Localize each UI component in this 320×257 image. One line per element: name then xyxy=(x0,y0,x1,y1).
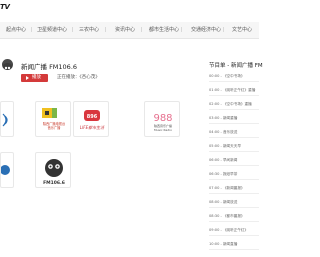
nav-item-agriculture[interactable]: 三农中心 xyxy=(79,26,99,33)
schedule-divider xyxy=(209,151,259,152)
life-radio-logo-icon: 896 LIFE都市生活 xyxy=(80,110,105,130)
nav-divider xyxy=(223,27,224,32)
schedule-item[interactable]: 06:30 - 报纸早茶 xyxy=(209,172,237,177)
nav-item-traffic[interactable]: 交通经济中心 xyxy=(191,26,221,33)
schedule-item[interactable]: 01:00 - 《阅听正午红》重播 xyxy=(209,88,255,93)
schedule-item[interactable]: 08:30 - 《都市晨报》 xyxy=(209,214,245,219)
nav-item-origin[interactable]: 起点中心 xyxy=(6,26,26,33)
schedule-item[interactable]: 03:00 - 新闻重播 xyxy=(209,116,237,121)
station-logo-icon xyxy=(2,59,13,70)
schedule-divider xyxy=(209,221,259,222)
nav-divider xyxy=(31,27,32,32)
nav-item-arts[interactable]: 文艺中心 xyxy=(232,26,252,33)
schedule-item[interactable]: 05:00 - 新闻天天早 xyxy=(209,144,241,149)
svg-text:FM106.6: FM106.6 xyxy=(43,180,65,186)
schedule-divider xyxy=(209,109,259,110)
schedule-divider xyxy=(209,249,259,250)
station-card-2[interactable]: 陕西广播电视台 音乐广播 xyxy=(35,101,71,137)
music-988-logo-icon: 988 陕西音乐广播 Music Radio xyxy=(153,113,172,132)
schedule-divider xyxy=(209,81,259,82)
nav-item-urban[interactable]: 都市生活中心 xyxy=(149,26,179,33)
now-playing-title: 杏心茂 xyxy=(81,75,96,80)
schedule-title: 节目单 - 新闻广播 FM xyxy=(209,63,263,69)
schedule-item[interactable]: 07:00 - 《新闻晨报》 xyxy=(209,186,245,191)
station-card-3[interactable]: 896 LIFE都市生活 xyxy=(73,101,109,137)
play-button[interactable]: 播放 xyxy=(21,74,48,82)
svg-text:896: 896 xyxy=(87,114,98,120)
svg-text:Music Radio: Music Radio xyxy=(154,128,172,132)
station-card-1[interactable] xyxy=(0,101,14,137)
fm1066-logo-icon: FM106.6 xyxy=(43,159,65,186)
logo-text: TV xyxy=(0,3,10,11)
top-nav: 起点中心 卫星频道中心 三农中心 资讯中心 都市生活中心 交通经济中心 文艺中心 xyxy=(0,22,259,39)
site-logo[interactable]: TV xyxy=(0,0,12,14)
station-card-6[interactable]: FM106.6 xyxy=(35,152,71,188)
now-playing-suffix: 》 xyxy=(95,75,100,80)
schedule-divider xyxy=(209,193,259,194)
schedule-item[interactable]: 02:00 - 《空中书场》重播 xyxy=(209,102,252,107)
schedule-divider xyxy=(209,235,259,236)
radio-wave-icon xyxy=(2,113,8,127)
station-card-5[interactable] xyxy=(0,152,14,188)
schedule-item[interactable]: 06:00 - 早间新闻 xyxy=(209,158,237,163)
schedule-item[interactable]: 08:00 - 新闻放送 xyxy=(209,200,237,205)
schedule-divider xyxy=(209,95,259,96)
nav-item-satellite[interactable]: 卫星频道中心 xyxy=(37,26,67,33)
nav-divider xyxy=(141,27,142,32)
schedule-item[interactable]: 10:00 - 新闻直播 xyxy=(209,242,237,247)
nav-divider xyxy=(72,27,73,32)
svg-text:音乐广播: 音乐广播 xyxy=(48,125,62,130)
svg-text:988: 988 xyxy=(153,113,172,124)
station-icon xyxy=(1,165,10,175)
station-title: 新闻广播 FM106.6 xyxy=(21,63,78,71)
nav-divider xyxy=(181,27,182,32)
now-playing-prefix: 正在播放：《 xyxy=(57,75,82,80)
schedule-item[interactable]: 09:00 - 《阅听正午红》 xyxy=(209,228,248,233)
schedule-divider xyxy=(209,123,259,124)
station-card-4[interactable]: 988 陕西音乐广播 Music Radio xyxy=(144,101,180,137)
schedule-item[interactable]: 04:00 - 音乐放送 xyxy=(209,130,237,135)
schedule-item[interactable]: 00:00 - 《空中书场》 xyxy=(209,74,245,79)
nav-divider xyxy=(105,27,106,32)
nav-item-news[interactable]: 资讯中心 xyxy=(115,26,135,33)
schedule-divider xyxy=(209,137,259,138)
now-playing-text: 正在播放：《杏心茂》 xyxy=(57,74,100,82)
svg-text:LIFE都市生活: LIFE都市生活 xyxy=(80,125,105,130)
play-button-label: 播放 xyxy=(32,75,41,80)
schedule-divider xyxy=(209,179,259,180)
schedule-divider xyxy=(209,207,259,208)
music-radio-logo-icon: 陕西广播电视台 音乐广播 xyxy=(42,108,65,130)
play-icon xyxy=(26,76,29,80)
schedule-divider xyxy=(209,165,259,166)
